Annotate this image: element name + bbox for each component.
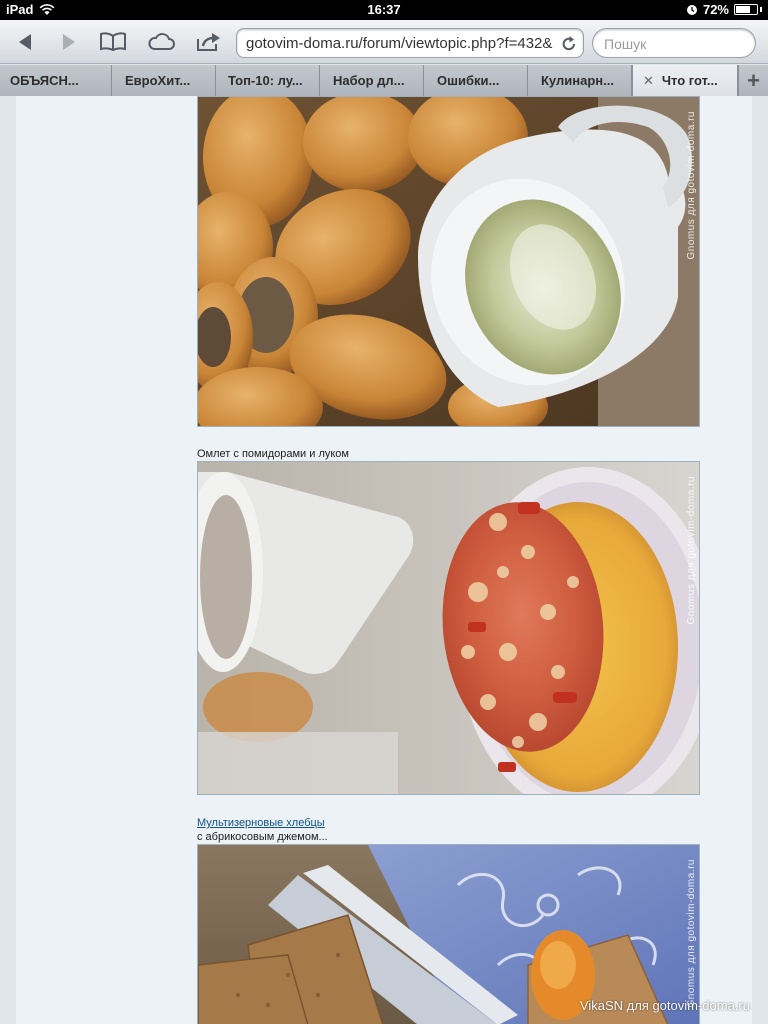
photo-watermark: Gnomus для gotovim-doma.ru xyxy=(686,476,697,625)
tab-label: Что гот... xyxy=(661,73,718,88)
tab-1[interactable]: ОБЪЯСН... xyxy=(0,65,112,96)
back-arrow-icon xyxy=(19,34,31,50)
pies-photo xyxy=(198,97,699,426)
reload-icon[interactable] xyxy=(561,35,577,52)
post-caption: с абрикосовым джемом... xyxy=(197,831,328,843)
plus-icon: + xyxy=(747,67,760,93)
footer-watermark: VikaSN для gotovim-doma.ru xyxy=(579,998,750,1013)
cloud-icon xyxy=(148,33,175,50)
tab-3[interactable]: Топ-10: лу... xyxy=(216,65,320,96)
tab-4[interactable]: Набор дл... xyxy=(320,65,424,96)
tab-active[interactable]: ✕ Что гот... xyxy=(632,65,738,96)
tab-bar: ОБЪЯСН... ЕвроХит... Топ-10: лу... Набор… xyxy=(0,65,768,96)
address-field[interactable]: gotovim-doma.ru/forum/viewtopic.php?f=43… xyxy=(236,28,584,58)
tab-label: Набор дл... xyxy=(333,73,405,88)
omelette-photo xyxy=(198,462,699,794)
battery-percent: 72% xyxy=(702,2,729,17)
tab-label: ЕвроХит... xyxy=(125,73,191,88)
post-caption: Омлет с помидорами и луком xyxy=(197,448,349,460)
tab-5[interactable]: Ошибки... xyxy=(424,65,528,96)
tab-close-icon[interactable]: ✕ xyxy=(643,73,654,89)
recipe-link[interactable]: Мультизерновые хлебцы xyxy=(197,817,325,829)
tab-6[interactable]: Кулинарн... xyxy=(528,65,632,96)
photo-watermark: Gnomus для gotovim-doma.ru xyxy=(686,859,697,1008)
post-photo-omelette[interactable]: Gnomus для gotovim-doma.ru xyxy=(197,461,700,795)
share-icon xyxy=(197,33,220,51)
new-tab-button[interactable]: + xyxy=(738,65,768,96)
back-button[interactable] xyxy=(10,28,40,56)
battery-icon xyxy=(734,4,758,15)
share-button[interactable] xyxy=(194,28,224,56)
search-input[interactable]: Пошук xyxy=(592,28,756,58)
forum-sidebar xyxy=(16,96,156,1024)
tab-2[interactable]: ЕвроХит... xyxy=(112,65,216,96)
tab-label: Топ-10: лу... xyxy=(228,73,303,88)
browser-toolbar: gotovim-doma.ru/forum/viewtopic.php?f=43… xyxy=(0,20,768,64)
bookmarks-button[interactable] xyxy=(98,28,128,56)
tab-label: Кулинарн... xyxy=(541,73,614,88)
url-text: gotovim-doma.ru/forum/viewtopic.php?f=43… xyxy=(246,35,553,52)
forward-button[interactable] xyxy=(54,28,84,56)
post-photo-crispbread[interactable]: Gnomus для gotovim-doma.ru xyxy=(197,844,700,1024)
tab-label: Ошибки... xyxy=(437,73,500,88)
status-time: 16:37 xyxy=(367,2,401,17)
book-icon xyxy=(100,32,126,52)
icloud-tabs-button[interactable] xyxy=(146,28,176,56)
tab-label: ОБЪЯСН... xyxy=(10,73,79,88)
forward-arrow-icon xyxy=(63,34,75,50)
post-link[interactable]: Мультизерновые хлебцы xyxy=(197,817,325,829)
search-placeholder: Пошук xyxy=(604,36,647,52)
status-bar: iPad 16:37 72% xyxy=(0,0,768,20)
clock-icon xyxy=(686,4,697,15)
post-photo-pies[interactable]: Gnomus для gotovim-doma.ru xyxy=(197,96,700,427)
photo-watermark: Gnomus для gotovim-doma.ru xyxy=(686,111,697,260)
